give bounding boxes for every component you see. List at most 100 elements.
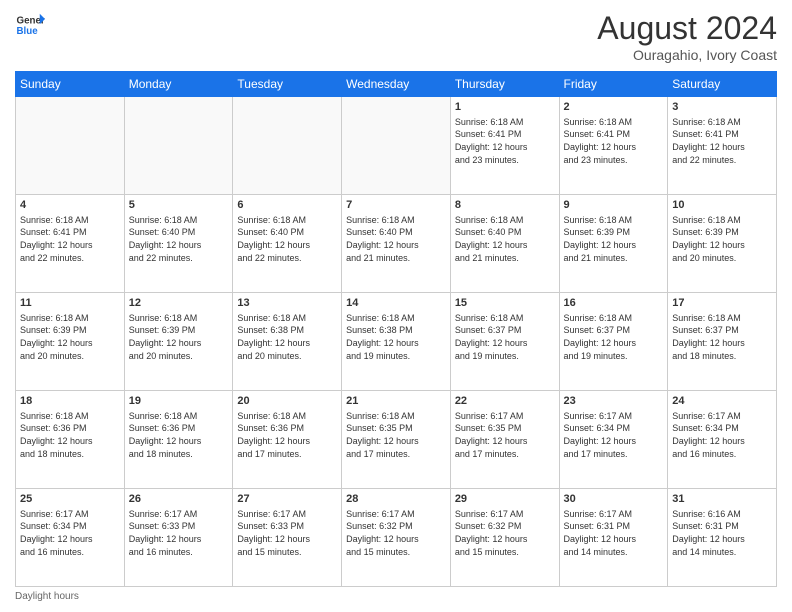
day-info: Sunrise: 6:17 AM Sunset: 6:34 PM Dayligh…	[564, 410, 664, 460]
day-number: 3	[672, 100, 772, 115]
day-info: Sunrise: 6:18 AM Sunset: 6:37 PM Dayligh…	[564, 312, 664, 362]
calendar-cell: 8Sunrise: 6:18 AM Sunset: 6:40 PM Daylig…	[450, 195, 559, 293]
calendar-cell: 18Sunrise: 6:18 AM Sunset: 6:36 PM Dayli…	[16, 391, 125, 489]
calendar-cell: 28Sunrise: 6:17 AM Sunset: 6:32 PM Dayli…	[342, 489, 451, 587]
calendar-cell	[16, 97, 125, 195]
day-info: Sunrise: 6:18 AM Sunset: 6:40 PM Dayligh…	[129, 214, 229, 264]
day-info: Sunrise: 6:18 AM Sunset: 6:36 PM Dayligh…	[20, 410, 120, 460]
calendar-cell: 15Sunrise: 6:18 AM Sunset: 6:37 PM Dayli…	[450, 293, 559, 391]
calendar-cell: 2Sunrise: 6:18 AM Sunset: 6:41 PM Daylig…	[559, 97, 668, 195]
day-number: 6	[237, 198, 337, 213]
calendar-cell	[124, 97, 233, 195]
day-number: 15	[455, 296, 555, 311]
calendar-cell: 27Sunrise: 6:17 AM Sunset: 6:33 PM Dayli…	[233, 489, 342, 587]
calendar-cell	[342, 97, 451, 195]
day-number: 17	[672, 296, 772, 311]
day-info: Sunrise: 6:18 AM Sunset: 6:39 PM Dayligh…	[20, 312, 120, 362]
day-info: Sunrise: 6:18 AM Sunset: 6:40 PM Dayligh…	[455, 214, 555, 264]
day-info: Sunrise: 6:18 AM Sunset: 6:39 PM Dayligh…	[672, 214, 772, 264]
day-number: 31	[672, 492, 772, 507]
calendar-cell: 12Sunrise: 6:18 AM Sunset: 6:39 PM Dayli…	[124, 293, 233, 391]
day-info: Sunrise: 6:18 AM Sunset: 6:38 PM Dayligh…	[346, 312, 446, 362]
daylight-hours-label: Daylight hours	[15, 591, 79, 602]
day-number: 16	[564, 296, 664, 311]
logo: General Blue	[15, 10, 45, 40]
day-number: 24	[672, 394, 772, 409]
week-row-2: 4Sunrise: 6:18 AM Sunset: 6:41 PM Daylig…	[16, 195, 777, 293]
day-number: 1	[455, 100, 555, 115]
day-info: Sunrise: 6:18 AM Sunset: 6:35 PM Dayligh…	[346, 410, 446, 460]
day-number: 2	[564, 100, 664, 115]
day-info: Sunrise: 6:18 AM Sunset: 6:41 PM Dayligh…	[564, 116, 664, 166]
day-number: 8	[455, 198, 555, 213]
weekday-header-saturday: Saturday	[668, 72, 777, 97]
title-area: August 2024 Ouragahio, Ivory Coast	[597, 10, 777, 63]
calendar-cell: 30Sunrise: 6:17 AM Sunset: 6:31 PM Dayli…	[559, 489, 668, 587]
day-info: Sunrise: 6:17 AM Sunset: 6:33 PM Dayligh…	[129, 508, 229, 558]
week-row-3: 11Sunrise: 6:18 AM Sunset: 6:39 PM Dayli…	[16, 293, 777, 391]
weekday-header-row: SundayMondayTuesdayWednesdayThursdayFrid…	[16, 72, 777, 97]
calendar-cell: 5Sunrise: 6:18 AM Sunset: 6:40 PM Daylig…	[124, 195, 233, 293]
day-number: 7	[346, 198, 446, 213]
header: General Blue August 2024 Ouragahio, Ivor…	[15, 10, 777, 63]
day-info: Sunrise: 6:18 AM Sunset: 6:36 PM Dayligh…	[237, 410, 337, 460]
calendar-cell: 17Sunrise: 6:18 AM Sunset: 6:37 PM Dayli…	[668, 293, 777, 391]
day-info: Sunrise: 6:18 AM Sunset: 6:39 PM Dayligh…	[129, 312, 229, 362]
weekday-header-sunday: Sunday	[16, 72, 125, 97]
calendar-cell: 29Sunrise: 6:17 AM Sunset: 6:32 PM Dayli…	[450, 489, 559, 587]
day-number: 22	[455, 394, 555, 409]
calendar-cell: 9Sunrise: 6:18 AM Sunset: 6:39 PM Daylig…	[559, 195, 668, 293]
day-number: 19	[129, 394, 229, 409]
calendar-cell: 24Sunrise: 6:17 AM Sunset: 6:34 PM Dayli…	[668, 391, 777, 489]
day-number: 21	[346, 394, 446, 409]
calendar-cell: 10Sunrise: 6:18 AM Sunset: 6:39 PM Dayli…	[668, 195, 777, 293]
calendar-table: SundayMondayTuesdayWednesdayThursdayFrid…	[15, 71, 777, 587]
weekday-header-monday: Monday	[124, 72, 233, 97]
day-info: Sunrise: 6:17 AM Sunset: 6:33 PM Dayligh…	[237, 508, 337, 558]
day-info: Sunrise: 6:17 AM Sunset: 6:32 PM Dayligh…	[346, 508, 446, 558]
day-info: Sunrise: 6:18 AM Sunset: 6:41 PM Dayligh…	[672, 116, 772, 166]
day-info: Sunrise: 6:18 AM Sunset: 6:41 PM Dayligh…	[455, 116, 555, 166]
week-row-5: 25Sunrise: 6:17 AM Sunset: 6:34 PM Dayli…	[16, 489, 777, 587]
day-number: 4	[20, 198, 120, 213]
day-info: Sunrise: 6:17 AM Sunset: 6:34 PM Dayligh…	[20, 508, 120, 558]
day-info: Sunrise: 6:18 AM Sunset: 6:41 PM Dayligh…	[20, 214, 120, 264]
subtitle: Ouragahio, Ivory Coast	[597, 47, 777, 63]
day-info: Sunrise: 6:18 AM Sunset: 6:40 PM Dayligh…	[346, 214, 446, 264]
day-number: 11	[20, 296, 120, 311]
calendar-cell: 16Sunrise: 6:18 AM Sunset: 6:37 PM Dayli…	[559, 293, 668, 391]
day-number: 5	[129, 198, 229, 213]
day-number: 18	[20, 394, 120, 409]
day-number: 13	[237, 296, 337, 311]
week-row-1: 1Sunrise: 6:18 AM Sunset: 6:41 PM Daylig…	[16, 97, 777, 195]
calendar-cell: 25Sunrise: 6:17 AM Sunset: 6:34 PM Dayli…	[16, 489, 125, 587]
page: General Blue August 2024 Ouragahio, Ivor…	[0, 0, 792, 612]
day-number: 29	[455, 492, 555, 507]
day-info: Sunrise: 6:18 AM Sunset: 6:39 PM Dayligh…	[564, 214, 664, 264]
day-number: 27	[237, 492, 337, 507]
day-number: 9	[564, 198, 664, 213]
month-title: August 2024	[597, 10, 777, 47]
weekday-header-friday: Friday	[559, 72, 668, 97]
day-number: 23	[564, 394, 664, 409]
day-number: 30	[564, 492, 664, 507]
day-number: 25	[20, 492, 120, 507]
calendar-cell: 22Sunrise: 6:17 AM Sunset: 6:35 PM Dayli…	[450, 391, 559, 489]
day-info: Sunrise: 6:18 AM Sunset: 6:38 PM Dayligh…	[237, 312, 337, 362]
weekday-header-tuesday: Tuesday	[233, 72, 342, 97]
day-info: Sunrise: 6:18 AM Sunset: 6:36 PM Dayligh…	[129, 410, 229, 460]
day-number: 12	[129, 296, 229, 311]
calendar-cell	[233, 97, 342, 195]
day-info: Sunrise: 6:17 AM Sunset: 6:32 PM Dayligh…	[455, 508, 555, 558]
svg-text:Blue: Blue	[17, 26, 39, 37]
calendar-cell: 21Sunrise: 6:18 AM Sunset: 6:35 PM Dayli…	[342, 391, 451, 489]
calendar-cell: 4Sunrise: 6:18 AM Sunset: 6:41 PM Daylig…	[16, 195, 125, 293]
day-number: 14	[346, 296, 446, 311]
day-info: Sunrise: 6:16 AM Sunset: 6:31 PM Dayligh…	[672, 508, 772, 558]
calendar-cell: 26Sunrise: 6:17 AM Sunset: 6:33 PM Dayli…	[124, 489, 233, 587]
calendar-cell: 31Sunrise: 6:16 AM Sunset: 6:31 PM Dayli…	[668, 489, 777, 587]
calendar-cell: 7Sunrise: 6:18 AM Sunset: 6:40 PM Daylig…	[342, 195, 451, 293]
day-info: Sunrise: 6:18 AM Sunset: 6:37 PM Dayligh…	[672, 312, 772, 362]
day-info: Sunrise: 6:18 AM Sunset: 6:37 PM Dayligh…	[455, 312, 555, 362]
calendar-cell: 1Sunrise: 6:18 AM Sunset: 6:41 PM Daylig…	[450, 97, 559, 195]
